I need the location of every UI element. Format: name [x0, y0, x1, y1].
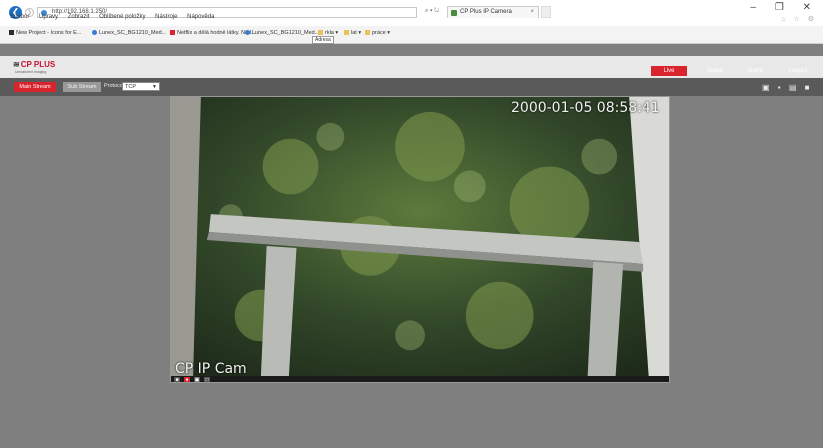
chevron-down-icon: ▼: [152, 84, 157, 90]
folder-icon: [365, 30, 370, 36]
protocol-select[interactable]: TCP ▼: [122, 82, 160, 91]
new-tab-button[interactable]: [541, 6, 551, 18]
favorite-folder[interactable]: práce ▾: [365, 30, 390, 36]
osd-camera-name: CP IP Cam: [175, 361, 247, 377]
menu-item[interactable]: Soubor: [10, 14, 29, 20]
address-tooltip: Adresa: [312, 36, 334, 44]
camera-feed-image: [171, 97, 669, 382]
tab-close-icon[interactable]: ×: [530, 9, 534, 15]
menu-item[interactable]: Nástroje: [155, 14, 177, 20]
menu-item[interactable]: Zobrazit: [68, 14, 90, 20]
favorite-item[interactable]: Lunex_SC_BG1210_Med...: [245, 30, 319, 36]
menu-item[interactable]: Úpravy: [39, 14, 58, 20]
favorite-item[interactable]: New Project - Icons for E...: [9, 30, 81, 36]
browser-tab[interactable]: CP Plus IP Camera ×: [447, 6, 539, 18]
live-video-view[interactable]: 2000-01-05 08:58:41 CP IP Cam ■ ● ▣ □: [170, 96, 670, 383]
sub-stream-button[interactable]: Sub Stream: [63, 82, 101, 92]
logo-tagline: Unmatched Imaging: [15, 70, 47, 74]
folder-icon: [344, 30, 349, 36]
tab-title: CP Plus IP Camera: [460, 9, 512, 15]
favorite-item[interactable]: Lunex_SC_BG1210_Med...: [92, 30, 166, 36]
osd-timestamp: 2000-01-05 08:58:41: [511, 100, 660, 116]
browser-toolbar: ❮ ❯ http://192.168.1.250/ ⌕ ▾ ↻ CP Plus …: [0, 0, 823, 26]
logo-mark-icon: ≋: [13, 60, 20, 69]
nav-setup-tab[interactable]: Setup: [700, 66, 730, 76]
nav-logout-tab[interactable]: Logout: [782, 66, 814, 76]
address-bar-actions[interactable]: ⌕ ▾ ↻: [425, 8, 439, 15]
netflix-icon: [170, 30, 175, 36]
live-tool-icons[interactable]: ▣ ▪ ▤ ■: [762, 83, 812, 92]
stop-icon[interactable]: ■: [174, 377, 180, 382]
window-controls[interactable]: – ❐ ✕: [751, 2, 819, 13]
fullscreen-icon[interactable]: □: [204, 377, 210, 382]
favorite-icon: [245, 30, 250, 36]
favorites-bar: New Project - Icons for E... Lunex_SC_BG…: [0, 26, 823, 44]
protocol-value: TCP: [125, 84, 136, 90]
favorite-icon: [92, 30, 97, 36]
nav-alarm-tab[interactable]: Alarm: [740, 66, 770, 76]
camera-favicon-icon: [451, 10, 457, 16]
cpplus-logo: ≋CP PLUS: [13, 60, 56, 69]
menu-item[interactable]: Oblíbené položky: [99, 14, 145, 20]
favorite-icon: [9, 30, 14, 36]
nav-live-tab[interactable]: Live: [651, 66, 687, 76]
home-favorites-settings-icons[interactable]: ⌂ ☆ ⚙: [781, 15, 817, 23]
favorite-folder[interactable]: lat ▾: [344, 30, 361, 36]
video-control-bar: ■ ● ▣ □: [171, 376, 669, 382]
main-stream-button[interactable]: Main Stream: [14, 82, 56, 92]
favorite-item[interactable]: Netflix a dělá hodně látky. Nad...: [170, 30, 256, 36]
snapshot-icon[interactable]: ▣: [194, 377, 200, 382]
menu-bar: Soubor Úpravy Zobrazit Oblíbené položky …: [10, 14, 223, 22]
record-icon[interactable]: ●: [184, 377, 190, 382]
menu-item[interactable]: Nápověda: [187, 14, 214, 20]
folder-icon: [318, 30, 323, 36]
